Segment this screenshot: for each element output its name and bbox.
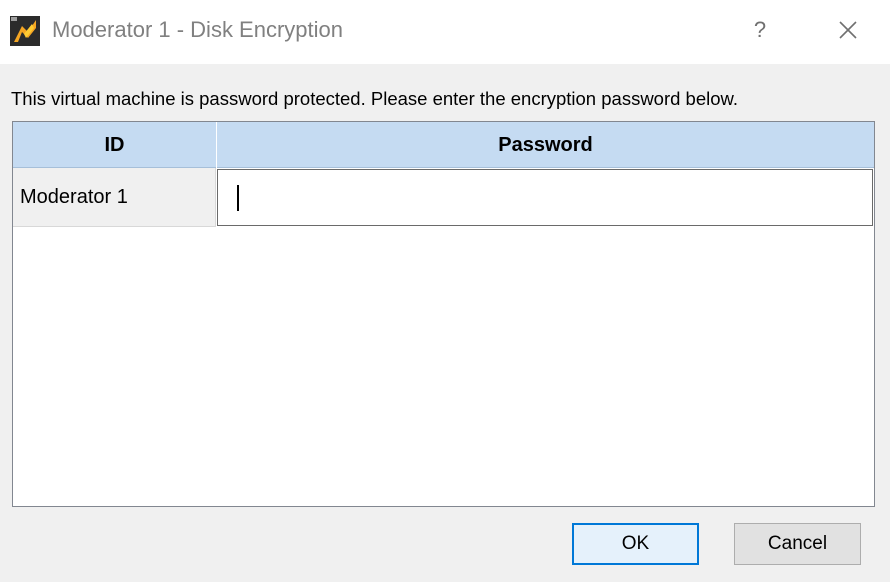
window-title: Moderator 1 - Disk Encryption — [52, 17, 343, 42]
cancel-button[interactable]: Cancel — [734, 523, 861, 565]
title-bar: Moderator 1 - Disk Encryption ? — [0, 0, 890, 64]
ok-button[interactable]: OK — [572, 523, 699, 565]
close-icon[interactable] — [828, 10, 868, 50]
table-row: Moderator 1 — [13, 168, 874, 227]
password-input[interactable] — [217, 169, 873, 226]
text-caret — [237, 185, 239, 211]
column-header-password[interactable]: Password — [216, 122, 874, 168]
instruction-message: This virtual machine is password protect… — [11, 88, 739, 109]
column-header-id[interactable]: ID — [13, 122, 216, 168]
table-header: ID Password — [13, 122, 874, 168]
help-button[interactable]: ? — [740, 10, 780, 50]
row-id-cell: Moderator 1 — [13, 168, 216, 227]
password-table: ID Password Moderator 1 — [12, 121, 875, 507]
virtualbox-app-icon — [10, 16, 40, 46]
